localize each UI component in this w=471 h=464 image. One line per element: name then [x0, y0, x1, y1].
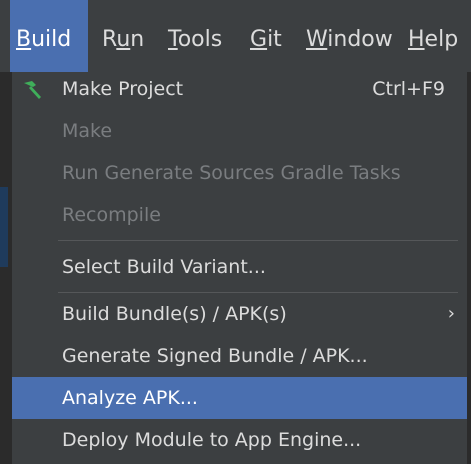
menu-item-deploy-module[interactable]: Deploy Module to App Engine...	[12, 419, 467, 461]
menu-tools-mnemonic: T	[168, 27, 178, 52]
chevron-right-icon: ›	[447, 303, 455, 324]
ide-window: Build Run Tools Git Window Help Make Pro…	[0, 0, 471, 464]
menu-tools-rest: ools	[177, 27, 223, 52]
menu-item-label: Run Generate Sources Gradle Tasks	[62, 162, 401, 184]
menu-run-mnemonic: u	[116, 27, 131, 52]
menu-bar: Build Run Tools Git Window Help	[0, 0, 471, 72]
menu-item-label: Build Bundle(s) / APK(s)	[62, 303, 287, 325]
window-edge	[0, 72, 12, 464]
menu-build-rest: uild	[31, 27, 72, 52]
menu-separator	[58, 240, 458, 241]
menu-git[interactable]: Git	[250, 0, 282, 72]
menu-run[interactable]: Run	[102, 0, 144, 72]
menu-git-mnemonic: G	[250, 27, 268, 52]
menu-help-rest: elp	[424, 27, 459, 52]
dropdown-right-border	[467, 72, 471, 464]
menu-item-shortcut: Ctrl+F9	[372, 78, 445, 100]
hammer-icon	[24, 81, 41, 99]
menu-run-pre: R	[102, 27, 117, 52]
menu-item-label: Analyze APK...	[62, 387, 198, 409]
menu-item-label: Recompile	[62, 204, 161, 226]
menu-build-mnemonic: B	[16, 27, 32, 52]
menu-help-mnemonic: H	[408, 27, 425, 52]
menu-run-rest: n	[130, 27, 145, 52]
menu-item-label: Select Build Variant...	[62, 256, 266, 278]
menu-item-generate-signed-bundle[interactable]: Generate Signed Bundle / APK...	[12, 335, 467, 377]
menu-item-recompile[interactable]: Recompile	[12, 194, 467, 236]
menu-help[interactable]: Help	[408, 0, 458, 72]
menu-item-run-generate-sources[interactable]: Run Generate Sources Gradle Tasks	[12, 152, 467, 194]
window-edge-accent	[0, 187, 8, 267]
menu-item-build-bundle-apk[interactable]: Build Bundle(s) / APK(s) ›	[12, 293, 467, 335]
menu-tools[interactable]: Tools	[168, 0, 222, 72]
menu-git-rest: it	[267, 27, 282, 52]
menu-item-label: Make Project	[62, 78, 184, 100]
menu-window-rest: indow	[327, 27, 393, 52]
menu-item-label: Make	[62, 120, 113, 142]
menu-item-make-project[interactable]: Make Project Ctrl+F9	[12, 68, 467, 110]
menu-item-make[interactable]: Make	[12, 110, 467, 152]
menu-item-label: Deploy Module to App Engine...	[62, 429, 362, 451]
menu-build[interactable]: Build	[10, 0, 88, 72]
menu-item-label: Generate Signed Bundle / APK...	[62, 345, 368, 367]
menu-window-mnemonic: W	[306, 27, 328, 52]
menu-window[interactable]: Window	[306, 0, 393, 72]
menu-item-analyze-apk[interactable]: Analyze APK...	[12, 377, 467, 419]
menu-item-select-build-variant[interactable]: Select Build Variant...	[12, 246, 467, 288]
